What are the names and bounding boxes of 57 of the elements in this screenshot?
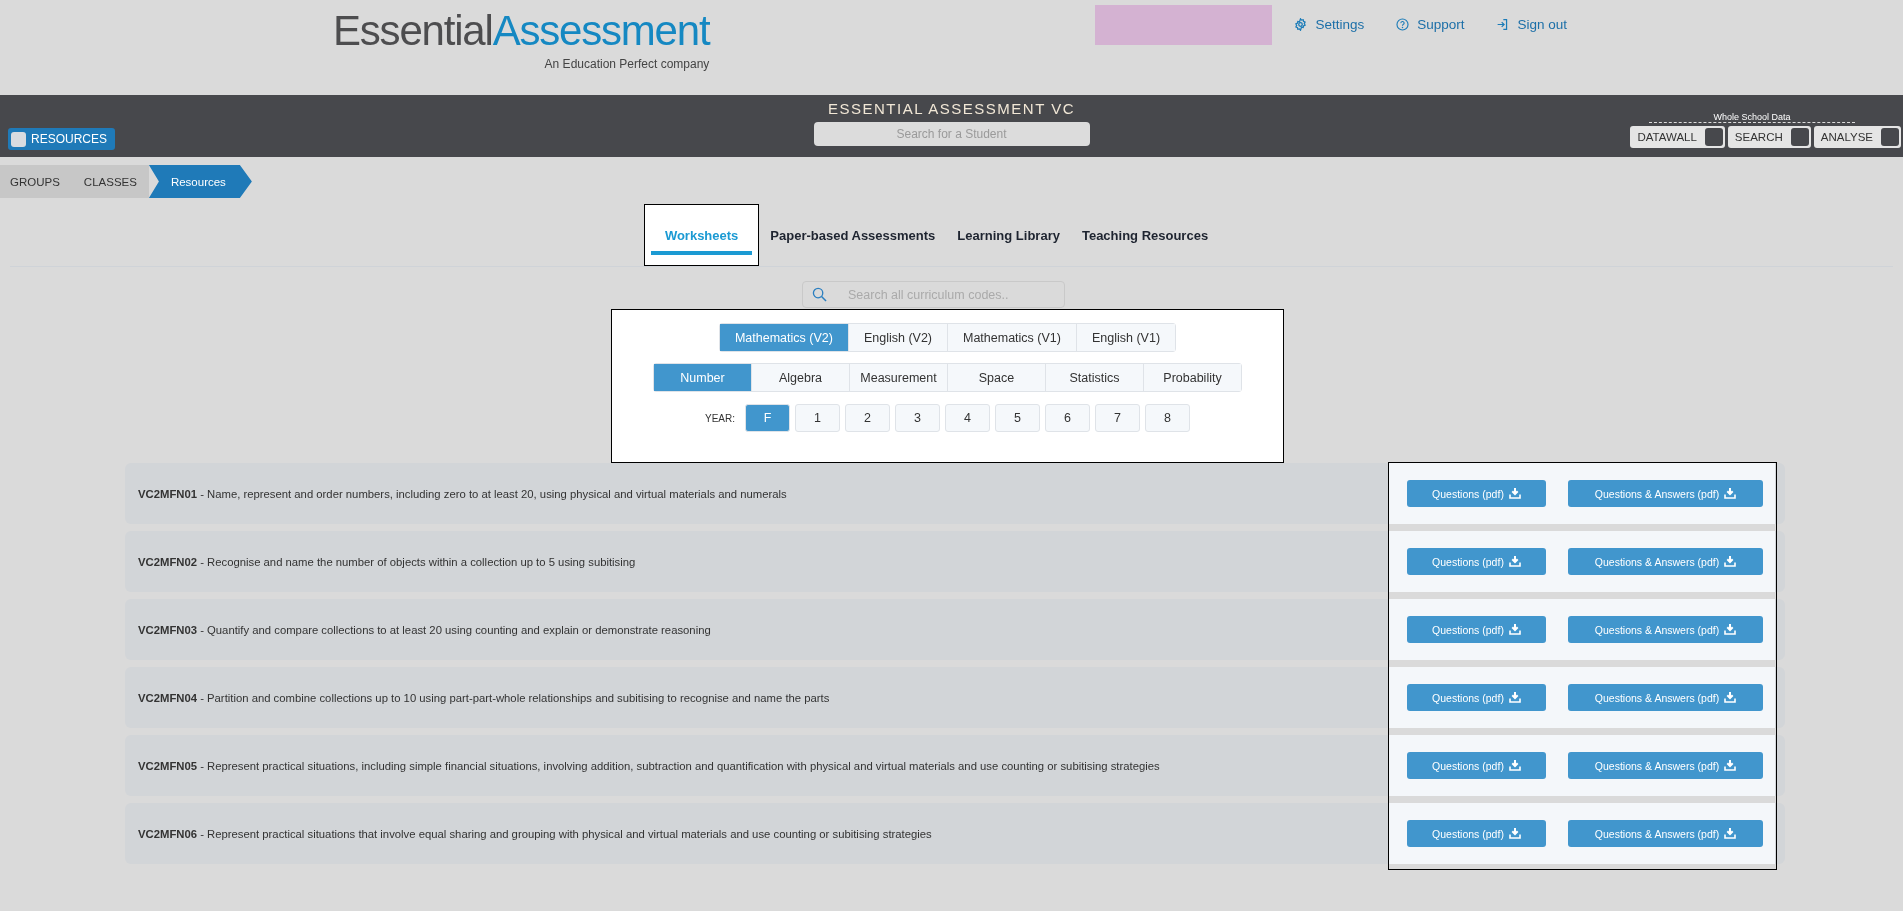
download-icon [1508,624,1521,635]
year-button[interactable]: 5 [995,404,1040,432]
header-link[interactable]: Support [1396,5,1465,32]
help-icon [1396,18,1410,31]
tab[interactable]: Paper-based Assessments [759,204,947,266]
search-icon [812,287,827,302]
strand-button[interactable]: Algebra [751,364,849,391]
whole-school-label: Whole School Data [1649,112,1855,123]
outcome-text: VC2MFN05 - Represent practical situations, including simple financial situations, involving addition, subtraction and quantification with physical and virtual materials and use counting or subitising strategies [137,759,1161,772]
strand-button[interactable]: Probability [1143,364,1241,391]
app-title: ESSENTIAL ASSESSMENT VC [827,100,1076,117]
breadcrumb-item[interactable]: Resources [148,165,252,198]
tab[interactable]: Learning Library [946,204,1071,266]
header-link[interactable]: Settings [1294,5,1365,32]
download-icon [1508,760,1521,771]
year-button[interactable]: 6 [1045,404,1090,432]
download-icon [1508,692,1521,703]
download-icon [1508,488,1521,499]
toggle-button[interactable]: ANALYSE [1813,126,1901,148]
year-label: YEAR: [705,412,735,424]
outcome-text: VC2MFN02 - Recognise and name the number of objects within a collection up to 5 using subitising [137,555,637,568]
logo-wordmark: EssentialAssessment [333,7,710,55]
sign-out-icon [1496,18,1510,31]
download-icon [1508,556,1521,567]
subject-button[interactable]: Mathematics (V1) [947,324,1076,351]
strand-button[interactable]: Measurement [849,364,947,391]
subject-button[interactable]: English (V1) [1075,324,1176,351]
resources-button[interactable]: RESOURCES [8,128,115,150]
header-link[interactable]: Sign out [1496,5,1567,32]
year-button[interactable]: 7 [1095,404,1140,432]
strand-button[interactable]: Space [947,364,1045,391]
toggle-button[interactable]: DATAWALL [1630,126,1725,148]
download-icon [1724,828,1737,839]
download-icon [1508,828,1521,839]
strand-button[interactable]: Statistics [1045,364,1143,391]
outcome-text: VC2MFN01 - Name, represent and order numbers, including zero to at least 20, using physical and virtual materials and numerals [137,487,788,500]
subject-button[interactable]: English (V2) [847,324,947,351]
breadcrumb-item[interactable]: CLASSES [71,165,149,198]
breadcrumb-item[interactable]: GROUPS [0,165,72,198]
year-button[interactable]: 1 [795,404,840,432]
outcome-text: VC2MFN04 - Partition and combine collections up to 10 using part-part-whole relationships and subitising to recognise and name the parts [137,691,831,704]
download-icon [1724,760,1737,771]
download-icon [1724,556,1737,567]
year-button[interactable]: 8 [1145,404,1190,432]
logo-tagline: An Education Perfect company [544,57,710,71]
year-button[interactable]: 4 [945,404,990,432]
year-button[interactable]: 2 [845,404,890,432]
tab[interactable]: Teaching Resources [1070,204,1220,266]
settings-icon [1294,18,1308,31]
download-icon [1724,692,1737,703]
outcome-text: VC2MFN06 - Represent practical situations that involve equal sharing and grouping with physical and virtual materials and use counting or subitising strategies [137,827,933,840]
outcome-text: VC2MFN03 - Quantify and compare collections to at least 20 using counting and explain or demonstrate reasoning [137,623,712,636]
year-button[interactable]: 3 [895,404,940,432]
download-icon [1724,488,1737,499]
student-search-field[interactable]: Search for a Student [813,122,1090,146]
download-icon [1724,624,1737,635]
toggle-button[interactable]: SEARCH [1727,126,1811,148]
